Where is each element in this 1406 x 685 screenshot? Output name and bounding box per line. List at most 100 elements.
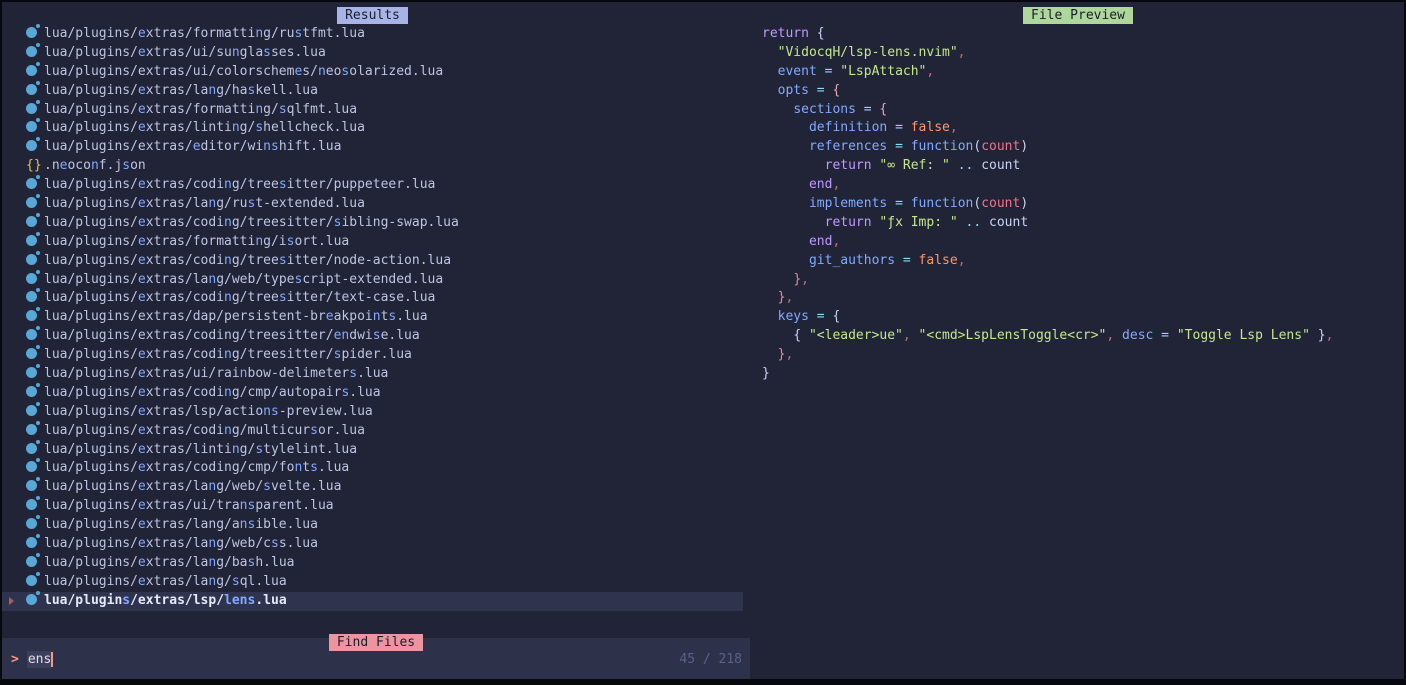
code-line: opts = { [762, 82, 1333, 101]
code-line: { "<leader>ue", "<cmd>LspLensToggle<cr>"… [762, 327, 1333, 346]
file-path: lua/plugins/extras/coding/treesitter/end… [44, 328, 420, 343]
code-line: return "∞ Ref: " .. count [762, 157, 1333, 176]
lua-icon [26, 140, 37, 151]
result-row[interactable]: lua/plugins/extras/formatting/isort.lua [2, 233, 743, 252]
lua-icon [26, 537, 37, 548]
result-row[interactable]: lua/plugins/extras/coding/treesitter/nod… [2, 252, 743, 271]
file-path: lua/plugins/extras/lang/sql.lua [44, 574, 287, 589]
file-path: lua/plugins/extras/lang/bash.lua [44, 555, 294, 570]
lua-icon [26, 594, 37, 605]
lua-icon [26, 518, 37, 529]
lua-icon [26, 499, 37, 510]
results-pane: Results lua/plugins/extras/formatting/ru… [2, 2, 750, 634]
lua-icon [26, 556, 37, 567]
lua-icon [26, 348, 37, 359]
file-path: lua/plugins/extras/linting/stylelint.lua [44, 442, 357, 457]
file-path: lua/plugins/extras/ui/colorschemes/neoso… [44, 64, 443, 79]
result-row[interactable]: lua/plugins/extras/coding/cmp/autopairs.… [2, 384, 743, 403]
file-preview-title-badge: File Preview [1023, 7, 1133, 24]
lua-icon [26, 461, 37, 472]
result-row[interactable]: lua/plugins/extras/lsp/actions-preview.l… [2, 403, 743, 422]
file-path: lua/plugins/extras/coding/cmp/fonts.lua [44, 460, 349, 475]
file-path: lua/plugins/extras/linting/shellcheck.lu… [44, 120, 365, 135]
result-row[interactable]: lua/plugins/extras/coding/treesitter/sib… [2, 214, 743, 233]
lua-icon [26, 103, 37, 114]
lua-icon [26, 480, 37, 491]
code-line: definition = false, [762, 119, 1333, 138]
result-row[interactable]: lua/plugins/extras/ui/colorschemes/neoso… [2, 63, 743, 82]
result-row[interactable]: lua/plugins/extras/lang/web/svelte.lua [2, 478, 743, 497]
result-row[interactable]: lua/plugins/extras/lsp/lens.lua [2, 592, 743, 611]
result-row[interactable]: lua/plugins/extras/lang/sql.lua [2, 573, 743, 592]
file-path: lua/plugins/extras/lang/rust-extended.lu… [44, 196, 365, 211]
lua-icon [26, 329, 37, 340]
prompt-bar: Find Files > ens 45 / 218 [2, 638, 750, 679]
file-path: lua/plugins/extras/coding/multicursor.lu… [44, 423, 365, 438]
code-line: sections = { [762, 101, 1333, 120]
lua-icon [26, 197, 37, 208]
code-line: end, [762, 233, 1333, 252]
lua-icon [26, 254, 37, 265]
file-path: lua/plugins/extras/ui/sunglasses.lua [44, 45, 326, 60]
result-row[interactable]: lua/plugins/extras/coding/multicursor.lu… [2, 422, 743, 441]
file-path: lua/plugins/extras/coding/treesitter/nod… [44, 253, 451, 268]
lua-icon [26, 235, 37, 246]
result-row[interactable]: lua/plugins/extras/ui/rainbow-delimeters… [2, 365, 743, 384]
result-row[interactable]: lua/plugins/extras/linting/stylelint.lua [2, 441, 743, 460]
file-path: lua/plugins/extras/lang/web/typescript-e… [44, 272, 443, 287]
code-line: event = "LspAttach", [762, 63, 1333, 82]
result-row[interactable]: lua/plugins/extras/coding/treesitter/spi… [2, 346, 743, 365]
result-row[interactable]: lua/plugins/extras/ui/transparent.lua [2, 497, 743, 516]
file-path: lua/plugins/extras/coding/treesitter/spi… [44, 347, 412, 362]
result-row[interactable]: lua/plugins/extras/lang/web/typescript-e… [2, 271, 743, 290]
result-row[interactable]: lua/plugins/extras/coding/treesitter/tex… [2, 289, 743, 308]
prompt-input[interactable]: > ens 45 / 218 [2, 638, 750, 679]
file-path: lua/plugins/extras/formatting/sqlfmt.lua [44, 102, 357, 117]
lua-icon [26, 84, 37, 95]
text-cursor [51, 652, 53, 667]
code-line: }, [762, 271, 1333, 290]
result-row[interactable]: lua/plugins/extras/lang/rust-extended.lu… [2, 195, 743, 214]
result-row[interactable]: lua/plugins/extras/ui/sunglasses.lua [2, 44, 743, 63]
result-row[interactable]: lua/plugins/extras/coding/treesitter/end… [2, 327, 743, 346]
prompt-caret-icon: > [2, 652, 27, 667]
result-row[interactable]: lua/plugins/extras/editor/winshift.lua [2, 138, 743, 157]
lua-icon [26, 386, 37, 397]
code-line: keys = { [762, 308, 1333, 327]
lua-icon [26, 310, 37, 321]
file-path: lua/plugins/extras/formatting/rustfmt.lu… [44, 26, 365, 41]
code-line: implements = function(count) [762, 195, 1333, 214]
lua-icon [26, 121, 37, 132]
file-path: lua/plugins/extras/editor/winshift.lua [44, 139, 341, 154]
result-row[interactable]: lua/plugins/extras/formatting/rustfmt.lu… [2, 25, 743, 44]
results-list[interactable]: lua/plugins/extras/formatting/rustfmt.lu… [2, 25, 743, 611]
file-path: lua/plugins/extras/coding/treesitter/sib… [44, 215, 459, 230]
lua-icon [26, 291, 37, 302]
lua-icon [26, 216, 37, 227]
lua-icon [26, 405, 37, 416]
result-row[interactable]: lua/plugins/extras/dap/persistent-breakp… [2, 308, 743, 327]
result-row[interactable]: lua/plugins/extras/lang/web/css.lua [2, 535, 743, 554]
code-line: "VidocqH/lsp-lens.nvim", [762, 44, 1333, 63]
file-path: lua/plugins/extras/lang/web/css.lua [44, 536, 318, 551]
lua-icon [26, 46, 37, 57]
file-preview-pane: File Preview return { "VidocqH/lsp-lens.… [752, 2, 1404, 679]
code-line: } [762, 365, 1333, 384]
result-row[interactable]: lua/plugins/extras/coding/cmp/fonts.lua [2, 459, 743, 478]
result-row[interactable]: lua/plugins/extras/lang/haskell.lua [2, 82, 743, 101]
prompt-query-text: ens [27, 651, 51, 668]
result-row[interactable]: lua/plugins/extras/lang/bash.lua [2, 554, 743, 573]
result-row[interactable]: lua/plugins/extras/coding/treesitter/pup… [2, 176, 743, 195]
result-row[interactable]: lua/plugins/extras/formatting/sqlfmt.lua [2, 101, 743, 120]
lua-icon [26, 65, 37, 76]
result-row[interactable]: lua/plugins/extras/lang/ansible.lua [2, 516, 743, 535]
telescope-window: Results lua/plugins/extras/formatting/ru… [2, 2, 1404, 679]
code-line: return { [762, 25, 1333, 44]
result-row[interactable]: lua/plugins/extras/linting/shellcheck.lu… [2, 119, 743, 138]
file-path: .neoconf.json [44, 158, 146, 173]
preview-code[interactable]: return { "VidocqH/lsp-lens.nvim", event … [762, 25, 1333, 384]
file-path: lua/plugins/extras/lsp/actions-preview.l… [44, 404, 373, 419]
result-row[interactable]: {}.neoconf.json [2, 157, 743, 176]
code-line: end, [762, 176, 1333, 195]
file-path: lua/plugins/extras/coding/treesitter/pup… [44, 177, 435, 192]
